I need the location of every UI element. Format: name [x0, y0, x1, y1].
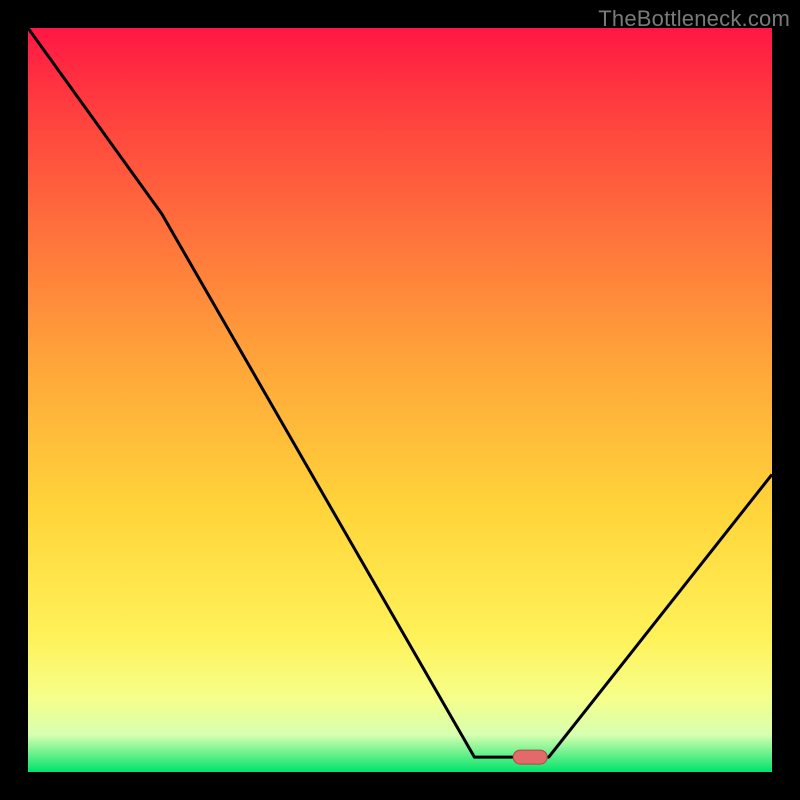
chart-frame: TheBottleneck.com	[0, 0, 800, 800]
chart-svg	[28, 28, 772, 772]
chart-background	[28, 28, 772, 772]
optimal-marker	[513, 750, 547, 764]
bottleneck-chart	[28, 28, 772, 772]
